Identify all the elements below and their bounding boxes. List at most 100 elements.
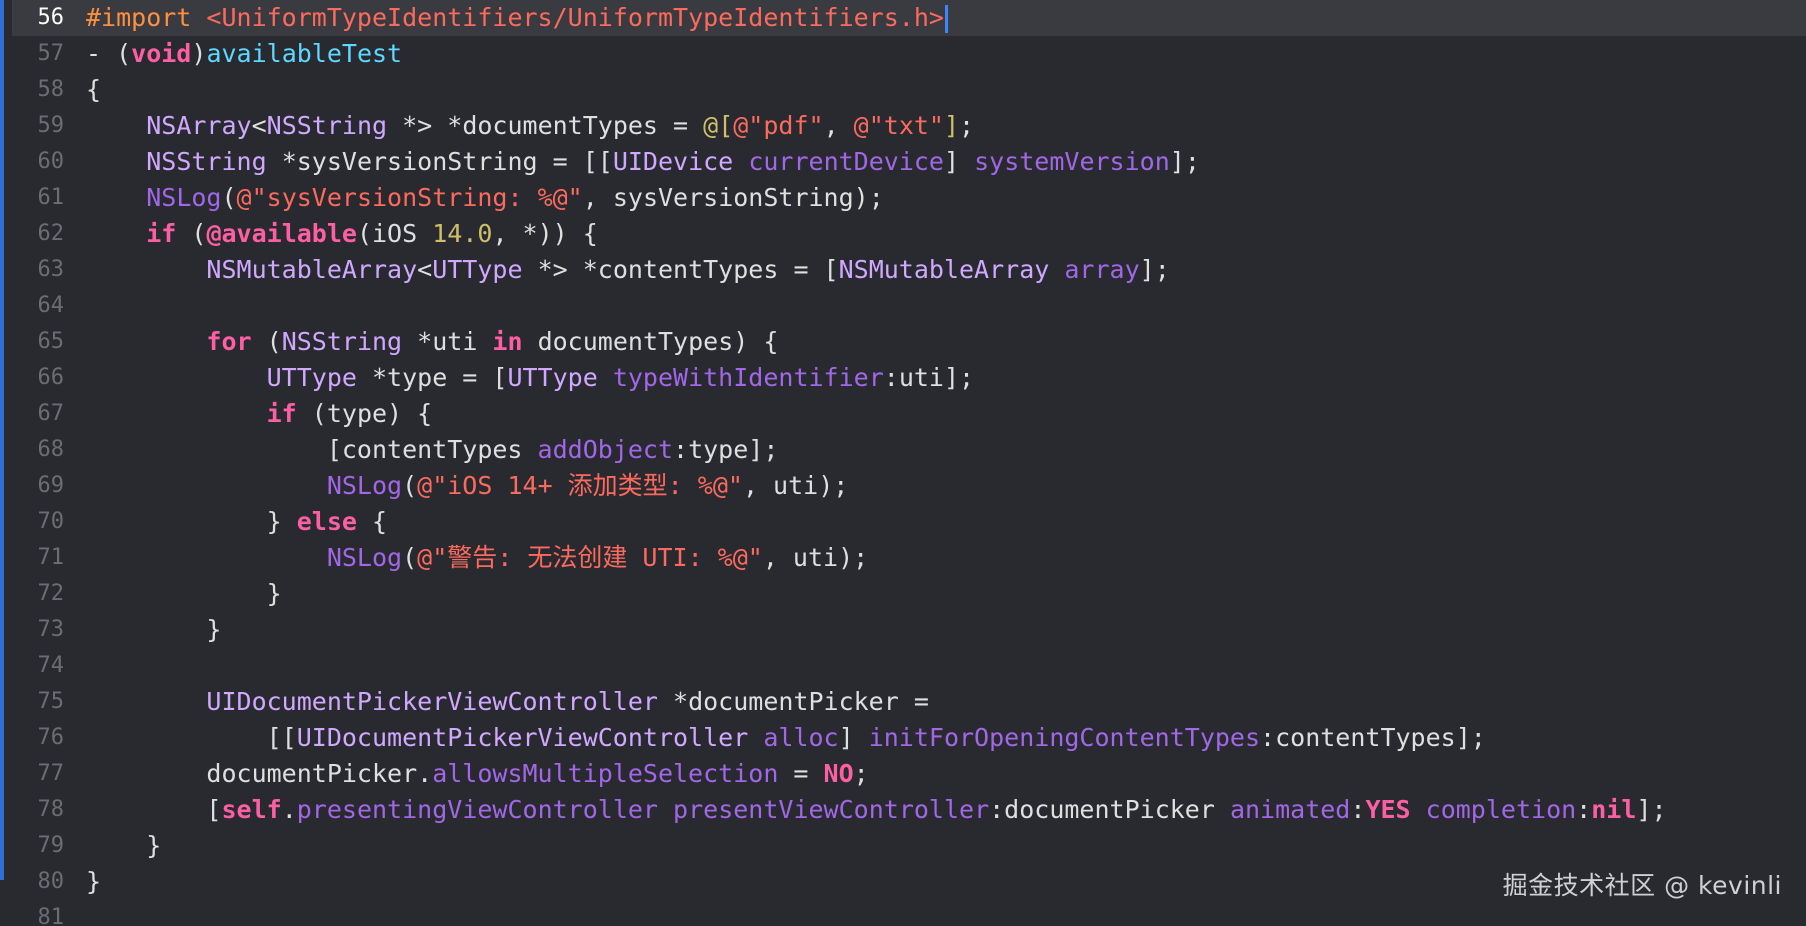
code-text[interactable]: documentPicker.allowsMultipleSelection =… <box>64 756 1806 792</box>
code-line[interactable]: 68 [contentTypes addObject:type]; <box>12 432 1806 468</box>
code-token: *> *contentTypes = [ <box>522 255 839 284</box>
code-line[interactable]: 70 } else { <box>12 504 1806 540</box>
code-line[interactable]: 64 <box>12 288 1806 324</box>
code-line[interactable]: 62 if (@available(iOS 14.0, *)) { <box>12 216 1806 252</box>
code-line[interactable]: 59 NSArray<NSString *> *documentTypes = … <box>12 108 1806 144</box>
code-token: #import <box>86 3 207 32</box>
code-line[interactable]: 73 } <box>12 612 1806 648</box>
line-number: 62 <box>37 221 65 246</box>
code-line[interactable]: 67 if (type) { <box>12 396 1806 432</box>
code-line[interactable]: 58 { <box>12 72 1806 108</box>
code-text[interactable]: NSArray<NSString *> *documentTypes = @[@… <box>64 108 1806 144</box>
code-text[interactable]: } else { <box>64 504 1806 540</box>
code-text[interactable] <box>64 648 1806 684</box>
code-text[interactable]: for (NSString *uti in documentTypes) { <box>64 324 1806 360</box>
code-text[interactable]: if (type) { <box>64 396 1806 432</box>
code-token: UIDevice <box>612 147 734 176</box>
code-line[interactable]: 75 UIDocumentPickerViewController *docum… <box>12 684 1806 720</box>
code-token: @"sysVersionString: %@" <box>236 183 583 212</box>
code-token: alloc <box>763 723 839 752</box>
code-text[interactable]: [contentTypes addObject:type]; <box>64 432 1806 468</box>
code-text[interactable]: NSLog(@"iOS 14+ 添加类型: %@", uti); <box>64 468 1806 504</box>
code-editor[interactable]: 56 #import <UniformTypeIdentifiers/Unifor… <box>0 0 1806 926</box>
code-token: : <box>1350 795 1366 824</box>
code-token: @"iOS 14+ 添加类型: %@" <box>417 471 743 500</box>
code-text[interactable]: [self.presentingViewController presentVi… <box>64 792 1806 828</box>
code-token: } <box>86 867 102 896</box>
code-line[interactable]: 56 #import <UniformTypeIdentifiers/Unifor… <box>12 0 1806 36</box>
code-token: ( <box>402 543 418 572</box>
code-token: :documentPicker <box>989 795 1230 824</box>
line-number: 63 <box>37 257 65 282</box>
code-token: <UniformTypeIdentifiers/UniformTypeIdent… <box>206 3 944 32</box>
code-token: NSString <box>146 147 267 176</box>
code-token: (iOS <box>356 219 433 248</box>
code-text[interactable]: } <box>64 612 1806 648</box>
code-text[interactable]: } <box>64 828 1806 864</box>
code-text[interactable]: NSLog(@"sysVersionString: %@", sysVersio… <box>64 180 1806 216</box>
code-token: @[ <box>703 111 734 140</box>
code-text[interactable]: [[UIDocumentPickerViewController alloc] … <box>64 720 1806 756</box>
code-line[interactable]: 81 <box>12 900 1806 926</box>
code-token: 14.0 <box>432 219 493 248</box>
code-text[interactable]: NSMutableArray<UTType *> *contentTypes =… <box>64 252 1806 288</box>
code-text[interactable]: - (void)availableTest <box>64 36 1806 72</box>
line-number: 64 <box>37 293 65 318</box>
line-number: 72 <box>37 581 65 606</box>
code-token: documentPicker. <box>86 759 433 788</box>
code-token: presentingViewController <box>296 795 658 824</box>
code-text[interactable]: UIDocumentPickerViewController *document… <box>64 684 1806 720</box>
code-text[interactable]: UTType *type = [UTType typeWithIdentifie… <box>64 360 1806 396</box>
code-token: NSLog <box>146 183 222 212</box>
code-token: } <box>86 615 222 644</box>
code-token: = <box>778 759 824 788</box>
code-text[interactable]: NSString *sysVersionString = [[UIDevice … <box>64 144 1806 180</box>
code-text[interactable]: } <box>64 576 1806 612</box>
code-token: nil <box>1591 795 1637 824</box>
code-token: (type) { <box>296 399 433 428</box>
code-text[interactable]: { <box>64 72 1806 108</box>
code-token: self <box>221 795 282 824</box>
code-token: { <box>356 507 388 536</box>
line-number: 80 <box>37 869 65 894</box>
code-text[interactable] <box>64 900 1806 926</box>
code-line[interactable]: 71 NSLog(@"警告: 无法创建 UTI: %@", uti); <box>12 540 1806 576</box>
code-token: for <box>206 327 252 356</box>
code-text[interactable]: NSLog(@"警告: 无法创建 UTI: %@", uti); <box>64 540 1806 576</box>
code-line[interactable]: 78 [self.presentingViewController presen… <box>12 792 1806 828</box>
code-line[interactable]: 76 [[UIDocumentPickerViewController allo… <box>12 720 1806 756</box>
code-line[interactable]: 66 UTType *type = [UTType typeWithIdenti… <box>12 360 1806 396</box>
line-number: 70 <box>37 509 65 534</box>
code-line[interactable]: 60 NSString *sysVersionString = [[UIDevi… <box>12 144 1806 180</box>
code-token: UIDocumentPickerViewController <box>206 687 658 716</box>
code-line[interactable]: 72 } <box>12 576 1806 612</box>
line-number: 61 <box>37 185 65 210</box>
code-token: ]; <box>1139 255 1170 284</box>
code-token: NSLog <box>326 471 403 500</box>
code-line[interactable]: 61 NSLog(@"sysVersionString: %@", sysVer… <box>12 180 1806 216</box>
code-line[interactable]: 63 NSMutableArray<UTType *> *contentType… <box>12 252 1806 288</box>
line-number: 67 <box>37 401 65 426</box>
code-line[interactable]: 65 for (NSString *uti in documentTypes) … <box>12 324 1806 360</box>
code-token: < <box>251 111 267 140</box>
code-text[interactable] <box>64 288 1806 324</box>
code-token: initForOpeningContentTypes <box>868 723 1261 752</box>
code-line[interactable]: 79 } <box>12 828 1806 864</box>
code-token: :type]; <box>673 435 779 464</box>
code-text[interactable]: if (@available(iOS 14.0, *)) { <box>64 216 1806 252</box>
code-token: NSMutableArray <box>206 255 418 284</box>
code-line[interactable]: 57- (void)availableTest <box>12 36 1806 72</box>
code-line[interactable]: 77 documentPicker.allowsMultipleSelectio… <box>12 756 1806 792</box>
code-line[interactable]: 69 NSLog(@"iOS 14+ 添加类型: %@", uti); <box>12 468 1806 504</box>
code-line[interactable]: 74 <box>12 648 1806 684</box>
code-lines[interactable]: 56 #import <UniformTypeIdentifiers/Unifor… <box>12 0 1806 926</box>
line-number: 58 <box>37 77 65 102</box>
line-number: 65 <box>37 329 65 354</box>
code-text[interactable]: #import <UniformTypeIdentifiers/UniformT… <box>64 0 1806 36</box>
code-token: addObject <box>537 435 674 464</box>
